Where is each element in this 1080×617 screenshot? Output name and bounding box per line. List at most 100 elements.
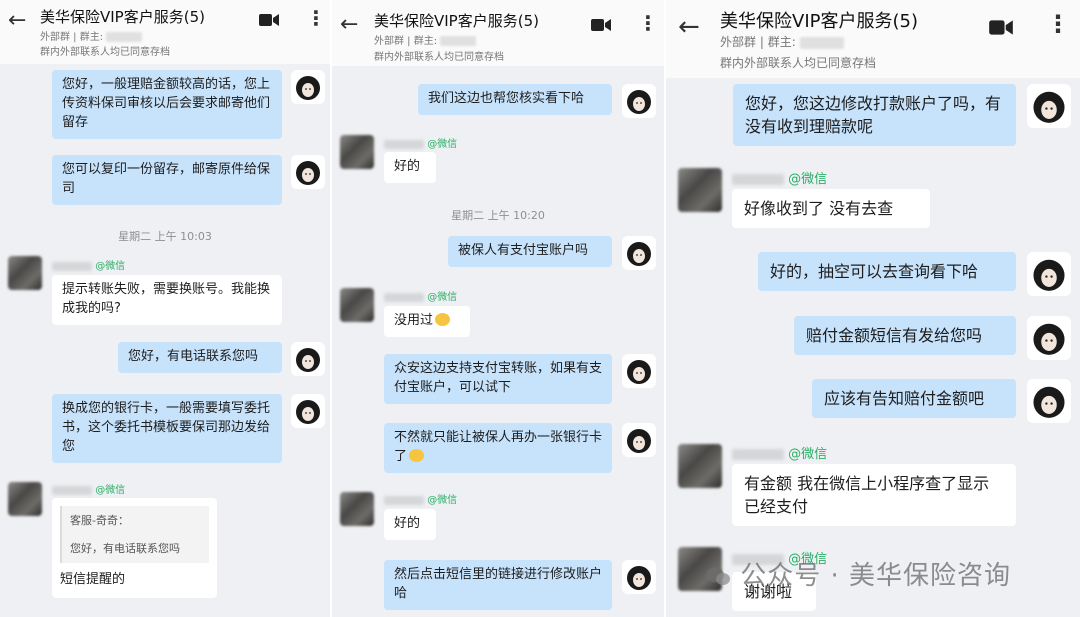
wechat-source-tag: @微信	[427, 139, 458, 150]
wechat-source-tag: @微信	[788, 172, 828, 187]
more-options-icon[interactable]: ⋮	[1046, 10, 1070, 38]
agent-avatar	[622, 560, 656, 594]
chat-panel-3: ← 美华保险VIP客户服务(5) 外部群 | 群主: 群内外部联系人均已同意存档…	[666, 0, 1080, 617]
chat-subtitle: 外部群 | 群主:	[374, 32, 477, 47]
back-arrow-icon[interactable]: ←	[678, 12, 700, 42]
customer-avatar	[8, 482, 42, 516]
customer-avatar	[678, 444, 722, 488]
watermark-logo-icon	[705, 564, 731, 586]
agent-avatar	[622, 423, 656, 457]
message-bubble: 好像收到了 没有去查	[732, 189, 930, 229]
quoted-reply-bubble: 客服-奇奇： 您好，有电话联系您吗 短信提醒的	[52, 498, 217, 599]
agent-avatar	[291, 155, 325, 189]
message-bubble: 您可以复印一份留存，邮寄原件给保司	[52, 155, 282, 205]
chat-title: 美华保险VIP客户服务(5)	[40, 8, 205, 26]
chat-header: ← 美华保险VIP客户服务(5) 外部群 | 群主: 群内外部联系人均已同意存档…	[666, 0, 1080, 78]
message-bubble: 没用过	[384, 306, 470, 337]
chat-title: 美华保险VIP客户服务(5)	[720, 11, 918, 32]
watermark: 公众号 · 美华保险咨询	[705, 555, 1011, 592]
agent-avatar	[291, 394, 325, 428]
message-text: 不然就只能让被保人再办一张银行卡了	[394, 430, 603, 464]
wechat-source-tag: @微信	[427, 292, 458, 303]
message-bubble: 应该有告知赔付金额吧	[812, 379, 1016, 419]
video-call-icon[interactable]	[988, 18, 1014, 37]
customer-avatar	[340, 288, 374, 322]
agent-avatar	[1027, 316, 1071, 360]
message-bubble: 好的	[384, 509, 436, 540]
emoji-icon	[435, 313, 451, 326]
message-bubble: 换成您的银行卡，一般需要填写委托书，这个委托书模板要保司那边发给您	[52, 394, 282, 463]
back-arrow-icon[interactable]: ←	[8, 8, 26, 33]
owner-name-redacted	[106, 32, 143, 42]
group-tag: 外部群	[40, 32, 70, 43]
video-call-icon[interactable]	[590, 17, 612, 33]
sender-name: @微信	[384, 491, 457, 506]
agent-avatar	[1027, 379, 1071, 423]
video-call-icon[interactable]	[258, 12, 280, 28]
sender-name: @微信	[52, 481, 125, 496]
chat-title: 美华保险VIP客户服务(5)	[374, 12, 539, 30]
group-owner-label: 群主:	[767, 35, 796, 49]
agent-avatar	[622, 354, 656, 388]
more-options-icon[interactable]: ⋮	[306, 6, 326, 30]
archive-notice: 群内外部联系人均已同意存档	[720, 56, 877, 70]
group-tag: 外部群	[720, 35, 757, 49]
chat-panel-1: ← 美华保险VIP客户服务(5) 外部群 | 群主: 群内外部联系人均已同意存档…	[0, 0, 330, 617]
reply-text: 短信提醒的	[60, 572, 126, 588]
message-bubble: 有金额 我在微信上小程序查了显示已经支付	[732, 464, 1016, 527]
agent-avatar	[622, 236, 656, 270]
message-bubble: 好的	[384, 152, 436, 183]
message-bubble: 我们这边也帮您核实看下哈	[418, 84, 612, 115]
message-bubble: 被保人有支付宝账户吗	[448, 236, 612, 267]
sender-name: @微信	[732, 168, 827, 187]
back-arrow-icon[interactable]: ←	[340, 12, 358, 37]
sender-name: @微信	[384, 288, 457, 303]
timestamp: 星期二 上午 10:20	[451, 209, 545, 222]
sender-name: @微信	[732, 443, 827, 462]
customer-avatar	[340, 135, 374, 169]
chat-panel-2: ← 美华保险VIP客户服务(5) 外部群 | 群主: 群内外部联系人均已同意存档…	[332, 0, 664, 617]
owner-name-redacted	[799, 36, 844, 49]
wechat-source-tag: @微信	[788, 447, 828, 462]
message-bubble: 提示转账失败，需要换账号。我能换成我的吗?	[52, 275, 282, 325]
sender-name: @微信	[384, 135, 457, 150]
chat-header: ← 美华保险VIP客户服务(5) 外部群 | 群主: 群内外部联系人均已同意存档…	[332, 0, 664, 66]
customer-avatar	[8, 256, 42, 290]
archive-notice: 群内外部联系人均已同意存档	[40, 47, 170, 58]
wechat-source-tag: @微信	[95, 261, 126, 272]
wechat-source-tag: @微信	[95, 485, 126, 496]
agent-avatar	[1027, 84, 1071, 128]
archive-notice: 群内外部联系人均已同意存档	[374, 52, 504, 63]
customer-avatar	[340, 492, 374, 526]
agent-avatar	[622, 84, 656, 118]
timestamp: 星期二 上午 10:03	[118, 230, 212, 243]
agent-avatar	[291, 70, 325, 104]
agent-avatar	[1027, 252, 1071, 296]
sender-name: @微信	[52, 257, 125, 272]
quoted-sender: 客服-奇奇：	[70, 514, 129, 527]
quoted-message: 客服-奇奇： 您好，有电话联系您吗	[60, 506, 209, 564]
quoted-text: 您好，有电话联系您吗	[70, 541, 180, 555]
message-bubble: 赔付金额短信有发给您吗	[794, 316, 1016, 356]
group-tag: 外部群	[374, 36, 404, 47]
message-bubble: 不然就只能让被保人再办一张银行卡了	[384, 423, 612, 473]
emoji-icon	[409, 448, 425, 462]
message-bubble: 众安这边支持支付宝转账，如果有支付宝账户，可以试下	[384, 354, 612, 404]
group-owner-label: 群主:	[79, 32, 104, 43]
message-bubble: 您好，一般理赔金额较高的话，您上传资料保司审核以后会要求邮寄他们留存	[52, 70, 282, 139]
message-bubble: 您好，您这边修改打款账户了吗，有没有收到理赔款呢	[733, 84, 1016, 147]
group-owner-label: 群主:	[413, 36, 438, 47]
watermark-text: 公众号 · 美华保险咨询	[740, 561, 1012, 591]
more-options-icon[interactable]: ⋮	[638, 11, 658, 35]
message-bubble: 然后点击短信里的链接进行修改账户哈	[384, 560, 612, 610]
customer-avatar	[678, 168, 722, 212]
owner-name-redacted	[440, 36, 477, 46]
message-text: 没用过	[394, 313, 434, 328]
chat-subtitle: 外部群 | 群主:	[720, 33, 844, 50]
chat-header: ← 美华保险VIP客户服务(5) 外部群 | 群主: 群内外部联系人均已同意存档…	[0, 0, 330, 64]
chat-subtitle: 外部群 | 群主:	[40, 28, 143, 43]
agent-avatar	[291, 342, 325, 376]
wechat-source-tag: @微信	[427, 495, 458, 506]
message-bubble: 好的，抽空可以去查询看下哈	[758, 252, 1016, 292]
message-bubble: 您好，有电话联系您吗	[118, 342, 282, 373]
